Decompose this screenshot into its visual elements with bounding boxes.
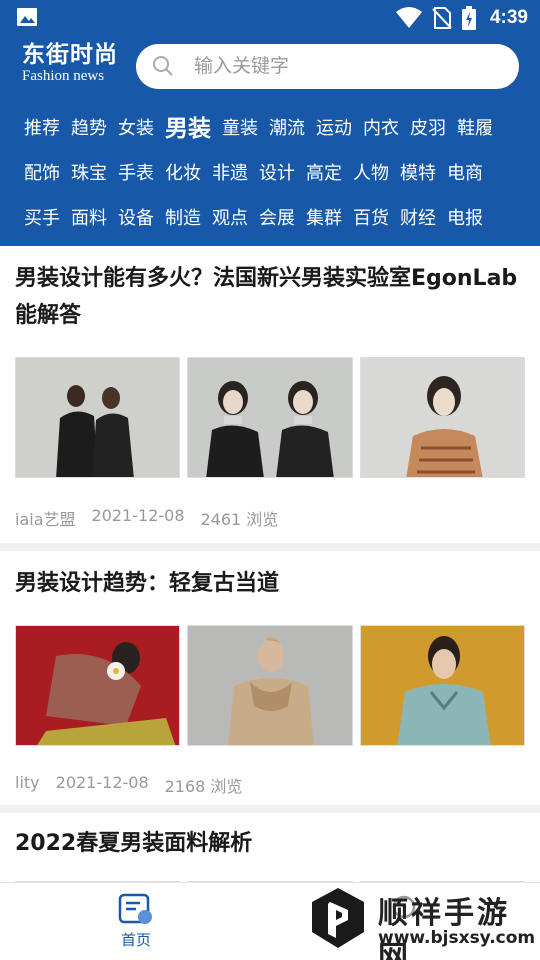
article-views: 2461 浏览 [200,510,279,529]
article-date: 2021-12-08 [91,506,185,525]
category-tab[interactable]: 电商 [447,162,483,186]
app-header-area: 4:39 东街时尚 Fashion news 推荐 趋势 女装 男装 童装 潮流… [0,0,540,246]
status-bar: 4:39 [0,0,540,36]
search-input[interactable] [194,52,494,80]
wifi-icon [395,7,422,28]
category-tab[interactable]: 设备 [118,207,154,231]
battery-charging-icon [461,6,476,30]
article-card[interactable]: 男装设计趋势：轻复古当道 lity 2021-12-08 2168 浏览 [0,551,540,805]
category-tab[interactable]: 潮流 [269,117,305,141]
app-logo[interactable]: 东街时尚 Fashion news [22,42,132,88]
article-thumbnail [15,357,181,478]
search-bar[interactable] [136,44,519,89]
category-tab[interactable]: 观点 [212,207,248,231]
watermark-logo-icon [312,888,364,948]
article-thumbnail [15,625,181,746]
article-meta: lity 2021-12-08 2168 浏览 [15,773,525,797]
category-tab[interactable]: 百货 [353,207,389,231]
category-nav: 推荐 趋势 女装 男装 童装 潮流 运动 内衣 皮羽 鞋履 配饰 珠宝 手表 化… [24,106,524,241]
logo-chinese: 东街时尚 [22,41,118,68]
category-tab[interactable]: 模特 [400,162,436,186]
no-sim-icon [432,7,452,29]
article-feed: 男装设计能有多火？法国新兴男装实验室EgonLab能解答 iaia艺盟 2021… [0,246,540,882]
category-tab[interactable]: 运动 [316,117,352,141]
watermark: 顺祥手游网 www.bjsxsy.com [308,884,536,960]
category-row-1: 推荐 趋势 女装 男装 童装 潮流 运动 内衣 皮羽 鞋履 [24,106,524,151]
article-thumbnail [187,357,353,478]
article-date: 2021-12-08 [55,773,149,792]
category-tab[interactable]: 面料 [71,207,107,231]
clock: 4:39 [489,7,528,28]
category-row-3: 买手 面料 设备 制造 观点 会展 集群 百货 财经 电报 [24,196,524,241]
article-thumbnail [359,357,525,478]
home-news-icon [118,893,152,924]
category-tab[interactable]: 人物 [353,162,389,186]
category-row-2: 配饰 珠宝 手表 化妆 非遗 设计 高定 人物 模特 电商 [24,151,524,196]
nav-home-label: 首页 [120,931,151,949]
category-tab[interactable]: 配饰 [24,162,60,186]
category-tab[interactable]: 非遗 [212,162,248,186]
watermark-text: 顺祥手游网 [378,896,510,960]
article-title: 2022春夏男装面料解析 [15,831,253,856]
logo-english: Fashion news [22,68,105,84]
category-tab[interactable]: 制造 [165,207,201,231]
category-tab[interactable]: 皮羽 [410,117,446,141]
header-bar: 东街时尚 Fashion news [0,42,540,90]
article-thumbnail [187,625,353,746]
category-tab[interactable]: 设计 [259,162,295,186]
category-tab[interactable]: 女装 [118,117,154,141]
search-icon [153,56,173,76]
category-tab-active[interactable]: 男装 [165,117,211,141]
watermark-url: www.bjsxsy.com [378,928,536,948]
category-tab[interactable]: 内衣 [363,117,399,141]
category-tab[interactable]: 化妆 [165,162,201,186]
category-tab[interactable]: 手表 [118,162,154,186]
article-title: 男装设计能有多火？法国新兴男装实验室EgonLab能解答 [15,266,518,328]
article-views: 2168 浏览 [164,777,243,796]
article-source: lity [15,773,40,792]
category-tab[interactable]: 珠宝 [71,162,107,186]
article-images [15,625,525,746]
article-card[interactable]: 2022春夏男装面料解析 [0,813,540,882]
category-tab[interactable]: 童装 [222,117,258,141]
article-thumbnail [359,625,525,746]
category-tab[interactable]: 鞋履 [457,117,493,141]
article-images [15,357,525,478]
article-card[interactable]: 男装设计能有多火？法国新兴男装实验室EgonLab能解答 iaia艺盟 2021… [0,246,540,543]
image-notification-icon [17,8,37,26]
category-tab[interactable]: 推荐 [24,117,60,141]
article-title: 男装设计趋势：轻复古当道 [15,571,280,596]
category-tab[interactable]: 买手 [24,207,60,231]
category-tab[interactable]: 集群 [306,207,342,231]
category-tab[interactable]: 财经 [400,207,436,231]
article-meta: iaia艺盟 2021-12-08 2461 浏览 [15,506,525,530]
category-tab[interactable]: 会展 [259,207,295,231]
nav-home-tab[interactable]: 首页 [108,893,164,953]
category-tab[interactable]: 高定 [306,162,342,186]
category-tab[interactable]: 电报 [447,207,483,231]
category-tab[interactable]: 趋势 [71,117,107,141]
article-source: iaia艺盟 [15,510,76,529]
